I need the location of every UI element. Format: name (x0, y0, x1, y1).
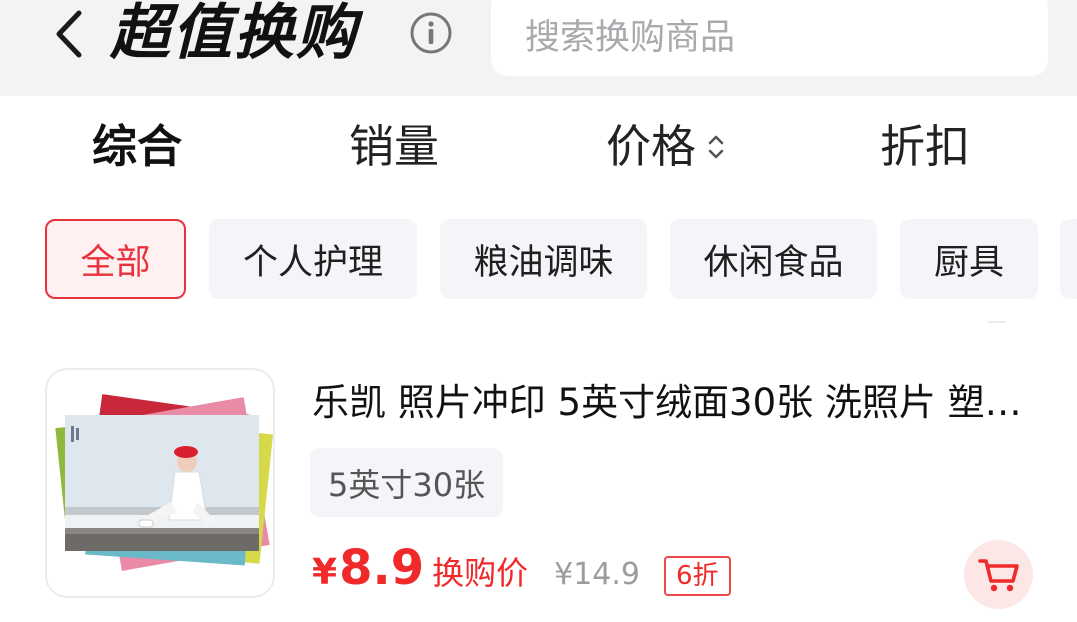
sort-tab-label: 折扣 (880, 120, 971, 173)
product-title[interactable]: 乐凯 照片冲印 5英寸绒面30张 洗照片 塑封 冲洗照片 (312, 378, 1034, 428)
top-header: 超值换购 (0, 0, 1077, 96)
sort-tab-discount[interactable]: 折扣 (880, 118, 970, 176)
divider (988, 321, 1006, 323)
sort-tab-comprehensive[interactable]: 综合 (92, 118, 182, 176)
exchange-price-label: 换购价 (432, 554, 529, 592)
sort-updown-icon (706, 132, 726, 162)
info-icon (410, 12, 452, 54)
category-chip-label: 个人护理 (242, 242, 383, 283)
product-photo-image (55, 394, 273, 571)
category-chip-label: 厨具 (933, 242, 1004, 283)
exchange-price: 8.9 (339, 540, 425, 596)
sort-tab-sales[interactable]: 销量 (349, 118, 439, 176)
sort-tab-label: 价格 (606, 120, 697, 173)
discount-badge: 6折 (664, 556, 731, 596)
page-title: 超值换购 (110, 0, 358, 68)
sort-tab-price[interactable]: 价格 (606, 118, 726, 176)
info-button[interactable] (408, 10, 454, 56)
category-chip-bar: 全部 个人护理 粮油调味 休闲食品 厨具 (0, 219, 1077, 301)
category-chip-all[interactable]: 全部 (45, 219, 186, 299)
category-chip-personal-care[interactable]: 个人护理 (209, 219, 417, 299)
price-currency: ¥ (312, 552, 338, 593)
spec-tag: 5英寸30张 (310, 448, 504, 517)
sort-tab-label: 综合 (92, 120, 183, 173)
product-image[interactable] (45, 368, 275, 598)
category-chip-overflow[interactable] (1060, 219, 1077, 299)
category-chip-label: 全部 (80, 242, 151, 283)
category-chip-label: 粮油调味 (473, 242, 614, 283)
add-to-cart-button[interactable] (964, 540, 1033, 609)
back-button[interactable] (42, 6, 96, 62)
sort-tab-label: 销量 (349, 120, 440, 173)
category-chip-snacks[interactable]: 休闲食品 (670, 219, 877, 299)
cart-icon (977, 558, 1019, 591)
category-chip-grain-oil[interactable]: 粮油调味 (440, 219, 647, 299)
original-price: ¥14.9 (554, 557, 640, 592)
category-chip-kitchenware[interactable]: 厨具 (900, 219, 1038, 299)
category-chip-label: 休闲食品 (703, 242, 844, 283)
price-row: ¥ 8.9 换购价 ¥14.9 (312, 540, 640, 604)
search-input[interactable] (525, 18, 1048, 58)
chevron-left-icon (56, 10, 82, 58)
search-box[interactable] (491, 0, 1048, 76)
